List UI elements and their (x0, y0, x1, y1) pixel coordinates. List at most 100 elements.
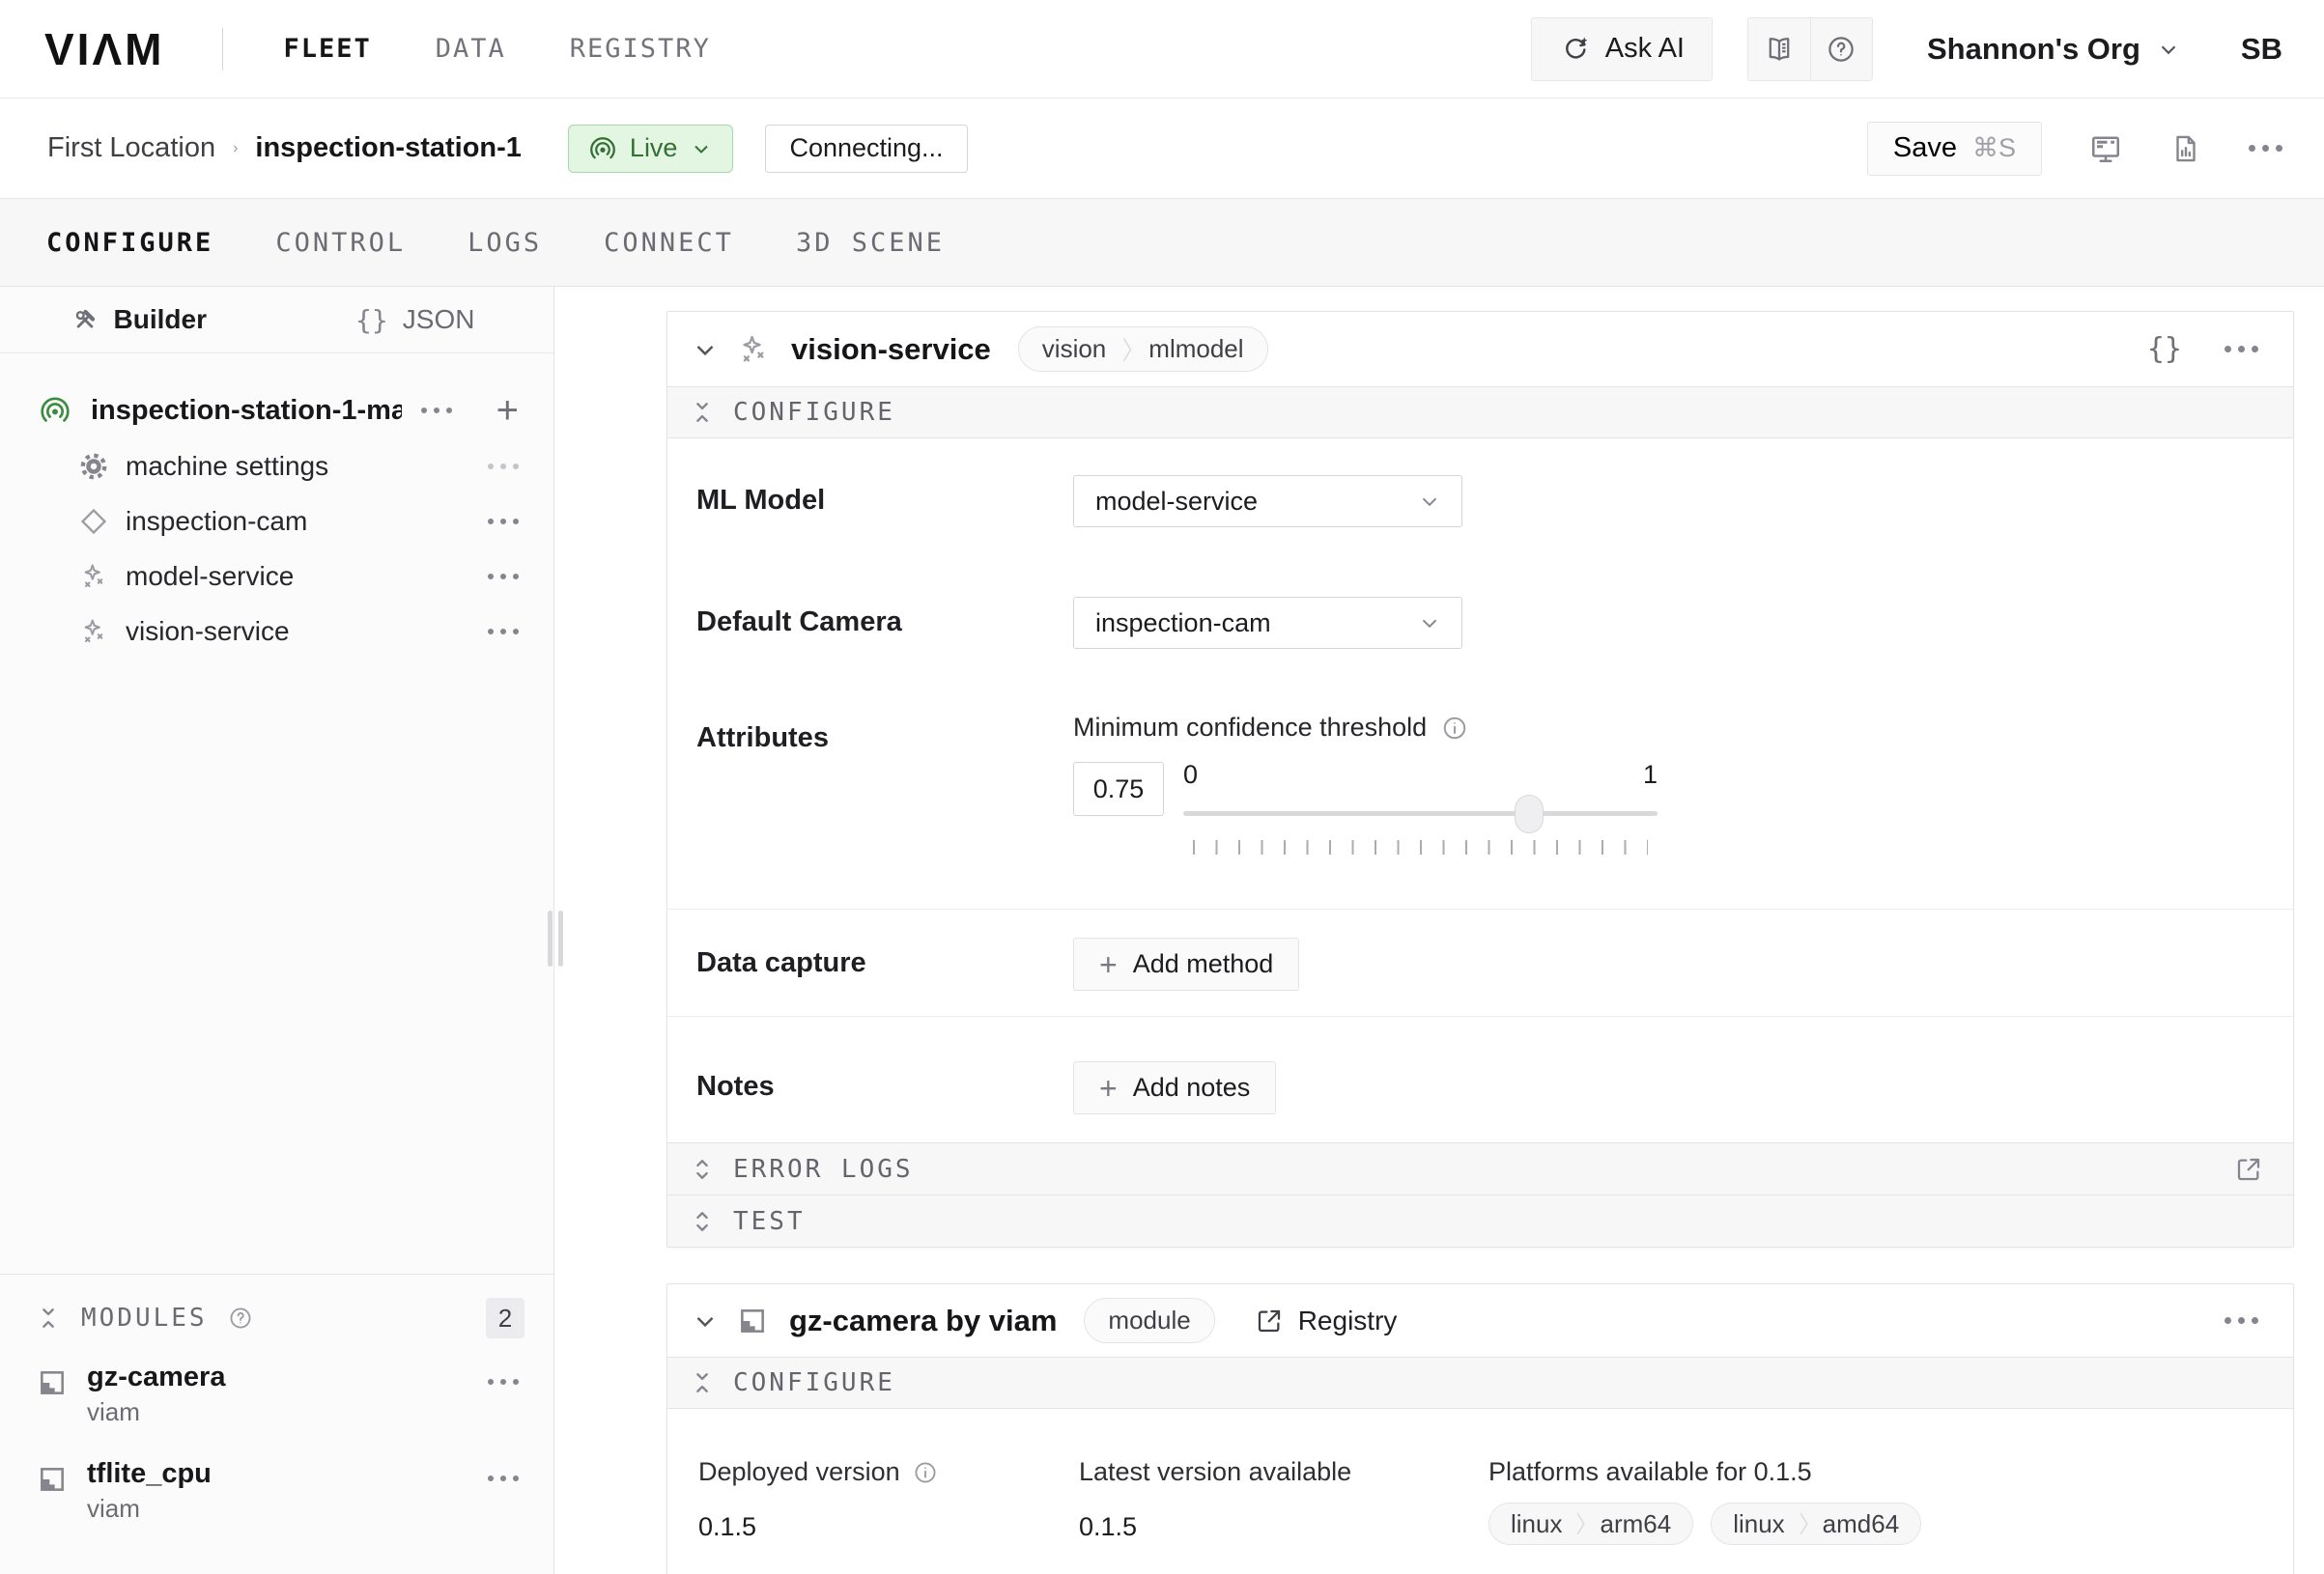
tree-item-vision-service[interactable]: vision-service (0, 604, 553, 659)
modules-title: MODULES (81, 1304, 208, 1333)
tab-control[interactable]: CONTROL (275, 228, 406, 258)
machine-more-menu[interactable] (2249, 145, 2282, 152)
tab-logs[interactable]: LOGS (468, 228, 542, 258)
help-question-icon[interactable] (1810, 18, 1872, 80)
error-logs-bar[interactable]: ERROR LOGS (667, 1142, 2293, 1195)
save-label: Save (1893, 132, 1957, 164)
tab-3d-scene[interactable]: 3D SCENE (796, 228, 945, 258)
nav-link-data[interactable]: DATA (436, 34, 506, 64)
breadcrumb-location[interactable]: First Location (47, 132, 215, 164)
service-sparkles-icon (79, 562, 108, 591)
slider-min-label: 0 (1183, 762, 1198, 788)
chevron-down-icon[interactable] (691, 1307, 720, 1335)
test-label: TEST (733, 1207, 806, 1236)
tree-root-main-part[interactable]: inspection-station-1-main + (0, 382, 553, 438)
platform-pill-linux-arm64: linux arm64 (1488, 1503, 1693, 1545)
threshold-input[interactable] (1073, 762, 1164, 816)
sidebar-resize-handle[interactable] (548, 911, 563, 967)
machine-part-tree: inspection-station-1-main + machine sett… (0, 353, 553, 659)
platforms-label: Platforms available for 0.1.5 (1488, 1457, 1812, 1487)
module-card-header: gz-camera by viam module Registry (667, 1284, 2293, 1357)
service-sparkles-icon (737, 333, 770, 366)
item-more-menu[interactable] (488, 629, 519, 634)
tree-item-label: machine settings (126, 451, 470, 482)
deployed-version-col: Deployed version 0.1.5 (698, 1457, 1079, 1545)
top-nav: VIΛM FLEET DATA REGISTRY Ask AI (0, 0, 2324, 98)
ml-model-select[interactable]: model-service (1073, 475, 1462, 527)
configure-label: CONFIGURE (733, 1368, 895, 1397)
nav-link-registry[interactable]: REGISTRY (570, 34, 711, 64)
configure-section-bar[interactable]: CONFIGURE (667, 386, 2293, 438)
ask-ai-button[interactable]: Ask AI (1531, 17, 1713, 81)
breadcrumb-machine-name: inspection-station-1 (255, 132, 522, 164)
save-button[interactable]: Save ⌘S (1867, 122, 2042, 176)
attributes-fields: Minimum confidence threshold (1073, 713, 1658, 855)
broadcast-icon (588, 134, 617, 163)
item-more-menu[interactable] (488, 464, 519, 469)
pill-separator (1575, 1511, 1586, 1536)
configure-section-bar[interactable]: CONFIGURE (667, 1357, 2293, 1409)
card-more-menu[interactable] (2225, 346, 2258, 352)
collapse-icon[interactable] (35, 1305, 62, 1332)
machine-page-icon[interactable] (2088, 131, 2123, 166)
threshold-slider: 0 1 (1183, 762, 1658, 855)
tree-item-inspection-cam[interactable]: inspection-cam (0, 493, 553, 548)
tree-root-label: inspection-station-1-main (91, 395, 402, 427)
default-camera-select[interactable]: inspection-cam (1073, 597, 1462, 649)
gear-icon (79, 452, 108, 481)
module-item-tflite-cpu[interactable]: tflite_cpu viam (0, 1443, 553, 1539)
latest-version-label: Latest version available (1079, 1457, 1351, 1487)
info-icon[interactable] (1440, 714, 1469, 743)
module-tag: module (1084, 1298, 1214, 1343)
plus-icon: + (1099, 1073, 1118, 1104)
module-more-menu[interactable] (488, 1476, 519, 1524)
json-mode-button[interactable]: {} JSON (277, 287, 554, 352)
info-icon[interactable] (912, 1459, 939, 1486)
open-logs-external-icon[interactable] (2233, 1154, 2264, 1185)
help-question-icon[interactable] (227, 1305, 254, 1332)
view-json-button[interactable]: {} (2147, 332, 2182, 366)
service-sparkles-icon (79, 617, 108, 646)
nav-link-fleet[interactable]: FLEET (283, 34, 371, 64)
module-icon (737, 1306, 768, 1336)
report-file-icon[interactable] (2169, 132, 2202, 165)
tab-connect[interactable]: CONNECT (604, 228, 734, 258)
collapse-icon (689, 1369, 716, 1396)
builder-mode-button[interactable]: Builder (0, 287, 277, 352)
add-notes-button[interactable]: + Add notes (1073, 1061, 1276, 1114)
tree-item-machine-settings[interactable]: machine settings (0, 438, 553, 493)
card-more-menu[interactable] (2225, 1317, 2258, 1324)
docs-book-icon[interactable] (1748, 18, 1810, 80)
test-bar[interactable]: TEST (667, 1195, 2293, 1247)
tree-item-label: model-service (126, 561, 470, 592)
broadcast-icon (39, 394, 71, 427)
part-more-menu[interactable] (421, 408, 452, 413)
vision-card-title: vision-service (791, 332, 991, 367)
chevron-down-icon[interactable] (691, 335, 720, 364)
nav-divider (222, 28, 223, 70)
gz-camera-module-card: gz-camera by viam module Registry (666, 1283, 2294, 1574)
avatar[interactable]: SB (2241, 32, 2282, 67)
chevron-down-icon (690, 137, 713, 160)
live-status-dropdown[interactable]: Live (568, 125, 734, 173)
slider-track[interactable] (1183, 811, 1658, 816)
org-switcher[interactable]: Shannon's Org (1927, 32, 2181, 67)
tab-configure[interactable]: CONFIGURE (46, 228, 213, 258)
collapse-icon (689, 399, 716, 426)
module-item-gz-camera[interactable]: gz-camera viam (0, 1346, 553, 1443)
connecting-button[interactable]: Connecting... (765, 125, 967, 173)
viam-logo[interactable]: VIΛM (44, 23, 164, 75)
registry-link[interactable]: Registry (1254, 1306, 1398, 1336)
tree-item-model-service[interactable]: model-service (0, 548, 553, 604)
module-more-menu[interactable] (488, 1379, 519, 1427)
builder-label: Builder (114, 304, 207, 335)
configure-label: CONFIGURE (733, 398, 895, 427)
ask-ai-label: Ask AI (1605, 33, 1685, 65)
module-org: viam (87, 1494, 468, 1524)
add-method-button[interactable]: + Add method (1073, 938, 1299, 991)
expand-icon (689, 1208, 716, 1235)
item-more-menu[interactable] (488, 574, 519, 579)
slider-handle[interactable] (1515, 795, 1544, 833)
add-component-button[interactable]: + (496, 391, 519, 430)
item-more-menu[interactable] (488, 519, 519, 524)
